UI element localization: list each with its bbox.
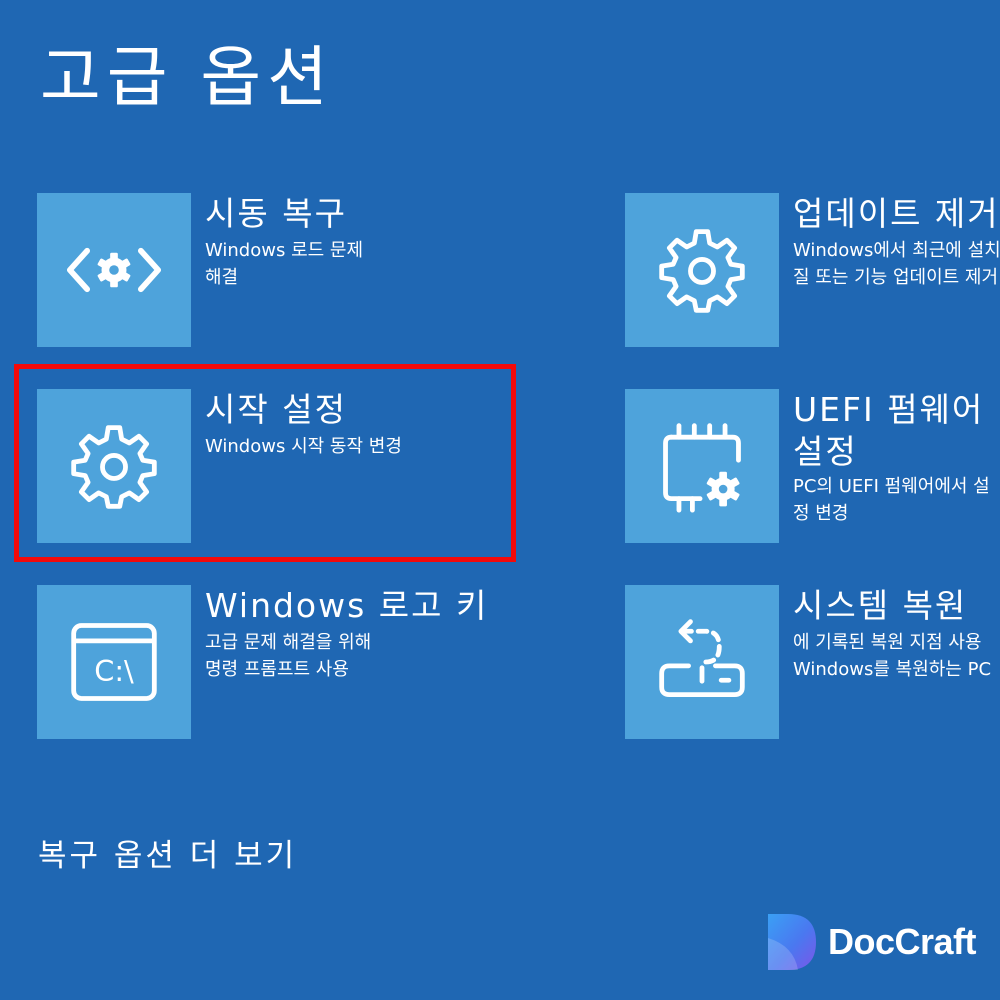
description-line: 정 변경 <box>793 503 849 524</box>
description-line: Windows를 복원하는 PC <box>793 659 992 680</box>
page-title: 고급 옵션 <box>40 39 334 116</box>
option-title: Windows 로고 키 <box>205 586 489 625</box>
chip-gear-icon <box>663 423 741 513</box>
option-startup-repair[interactable]: 시동 복구 Windows 로드 문제 해결 <box>37 193 517 349</box>
option-system-restore[interactable]: 시스템 복원 에 기록된 복원 지점 사용 Windows를 복원하는 PC <box>625 585 1000 741</box>
description-line: 명령 프롬프트 사용 <box>205 659 349 680</box>
description-line: 해결 <box>205 267 239 288</box>
system-restore-icon <box>659 619 745 698</box>
option-uninstall-updates[interactable]: 업데이트 제거 Windows에서 최근에 설치된 질 또는 기능 업데이트 제… <box>625 193 1000 349</box>
option-tile <box>625 585 779 739</box>
option-description: PC의 UEFI 펌웨어에서 설 정 변경 <box>793 473 1000 527</box>
option-title: 시동 복구 <box>205 194 347 233</box>
option-title: 시스템 복원 <box>793 586 968 625</box>
description-line: Windows에서 최근에 설치된 <box>793 240 1000 261</box>
option-description: Windows에서 최근에 설치된 질 또는 기능 업데이트 제거 <box>793 237 1000 291</box>
doccraft-logo-icon <box>768 914 816 970</box>
description-line: 질 또는 기능 업데이트 제거 <box>793 267 999 288</box>
more-recovery-options-link[interactable]: 복구 옵션 더 보기 <box>38 830 297 875</box>
option-description: Windows 로드 문제 해결 <box>205 237 495 291</box>
option-tile: C:\ <box>37 585 191 739</box>
option-description: 에 기록된 복원 지점 사용 Windows를 복원하는 PC <box>793 629 1000 683</box>
highlight-box <box>14 364 516 562</box>
option-command-prompt[interactable]: C:\ Windows 로고 키 고급 문제 해결을 위해 명령 프롬프트 사용 <box>37 585 517 741</box>
option-description: 고급 문제 해결을 위해 명령 프롬프트 사용 <box>205 629 495 683</box>
gear-icon <box>659 229 745 313</box>
svg-text:C:\: C:\ <box>94 654 134 688</box>
option-tile <box>625 389 779 543</box>
startup-repair-icon <box>66 247 162 293</box>
description-line: Windows 로드 문제 <box>205 240 364 261</box>
description-line: PC의 UEFI 펌웨어에서 설 <box>793 476 990 497</box>
option-uefi-firmware-settings[interactable]: UEFI 펌웨어 설정 PC의 UEFI 펌웨어에서 설 정 변경 <box>625 389 1000 545</box>
description-line: 에 기록된 복원 지점 사용 <box>793 632 982 653</box>
description-line: 고급 문제 해결을 위해 <box>205 632 372 653</box>
brand-name: DocCraft <box>828 921 977 962</box>
option-title: 업데이트 제거 <box>793 194 1000 233</box>
option-tile <box>37 193 191 347</box>
option-tile <box>625 193 779 347</box>
option-title: UEFI 펌웨어 설정 <box>793 390 985 471</box>
command-prompt-icon: C:\ <box>71 623 157 701</box>
brand-logo: DocCraft <box>764 910 977 974</box>
